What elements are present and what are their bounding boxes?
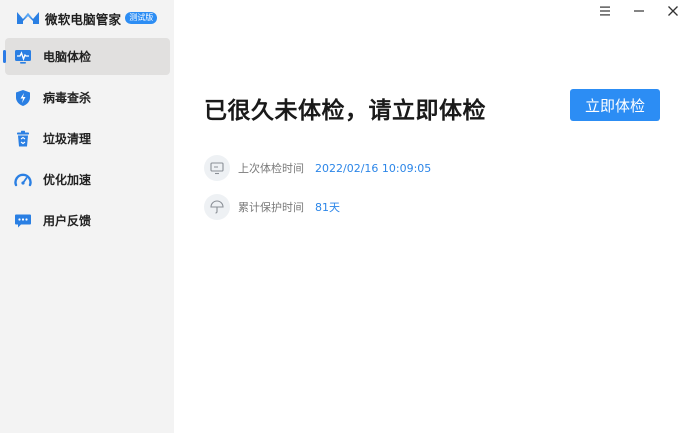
protection-value: 81天 bbox=[315, 201, 340, 214]
beta-badge: 测试版 bbox=[125, 12, 158, 24]
main-panel: 已很久未体检，请立即体检 立即体检 上次体检时间 2022/02/16 10:0… bbox=[174, 0, 690, 433]
protection-row: 累计保护时间 81天 bbox=[204, 194, 340, 220]
close-icon bbox=[668, 6, 678, 16]
app-window: 微软电脑管家 测试版 电脑体检 病毒查杀 垃圾清理 优化加速 用户反馈 已很久未… bbox=[0, 0, 690, 433]
start-checkup-button[interactable]: 立即体检 bbox=[570, 89, 660, 121]
sidebar-item-cleanup[interactable]: 垃圾清理 bbox=[5, 120, 170, 157]
menu-icon bbox=[600, 6, 610, 16]
umbrella-icon bbox=[204, 194, 230, 220]
brand: 微软电脑管家 测试版 bbox=[16, 8, 158, 28]
sidebar-item-label: 病毒查杀 bbox=[43, 91, 92, 105]
speedometer-icon bbox=[13, 170, 33, 190]
sidebar-item-label: 电脑体检 bbox=[43, 50, 92, 64]
shield-icon bbox=[13, 88, 33, 108]
sidebar-item-feedback[interactable]: 用户反馈 bbox=[5, 202, 170, 239]
last-check-row: 上次体检时间 2022/02/16 10:09:05 bbox=[204, 155, 431, 181]
last-check-label: 上次体检时间 bbox=[238, 162, 304, 175]
minimize-button[interactable] bbox=[622, 0, 656, 22]
sidebar-item-label: 垃圾清理 bbox=[43, 132, 92, 146]
checkup-headline: 已很久未体检，请立即体检 bbox=[204, 98, 486, 124]
minimize-icon bbox=[634, 10, 644, 12]
monitor-icon bbox=[204, 155, 230, 181]
protection-label: 累计保护时间 bbox=[238, 201, 304, 214]
menu-button[interactable] bbox=[588, 0, 622, 22]
trash-can-icon bbox=[13, 129, 33, 149]
sidebar-item-antivirus[interactable]: 病毒查杀 bbox=[5, 79, 170, 116]
monitor-pulse-icon bbox=[13, 47, 33, 67]
last-check-value: 2022/02/16 10:09:05 bbox=[315, 161, 432, 175]
logo-icon bbox=[17, 12, 39, 24]
sidebar-item-label: 用户反馈 bbox=[43, 214, 92, 228]
sidebar-item-checkup[interactable]: 电脑体检 bbox=[3, 38, 170, 75]
sidebar-item-label: 优化加速 bbox=[43, 173, 92, 187]
window-controls bbox=[588, 0, 690, 22]
app-title: 微软电脑管家 bbox=[45, 11, 122, 27]
close-button[interactable] bbox=[656, 0, 690, 22]
sidebar-nav: 电脑体检 病毒查杀 垃圾清理 优化加速 用户反馈 bbox=[0, 38, 174, 243]
sidebar-item-optimize[interactable]: 优化加速 bbox=[5, 161, 170, 198]
sidebar: 微软电脑管家 测试版 电脑体检 病毒查杀 垃圾清理 优化加速 用户反馈 bbox=[0, 0, 174, 433]
chat-bubble-icon bbox=[13, 211, 33, 231]
